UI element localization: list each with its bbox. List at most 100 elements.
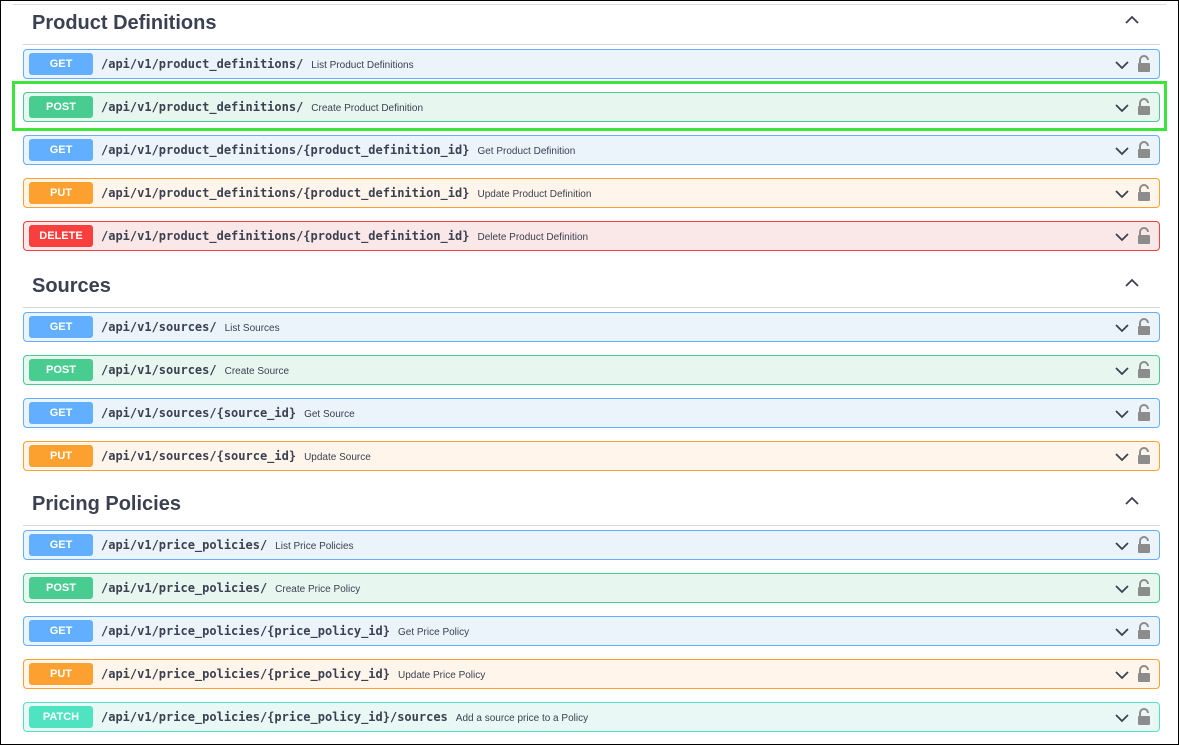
path-text: /api/v1/sources/ xyxy=(101,363,217,377)
path-text: /api/v1/price_policies/{price_policy_id} xyxy=(101,624,390,638)
operation-path: /api/v1/sources/Create Source xyxy=(101,363,289,377)
unlocked-padlock-icon[interactable] xyxy=(1137,227,1151,244)
operation-row[interactable]: PUT/api/v1/sources/{source_id} Update Sou… xyxy=(23,441,1160,471)
unlocked-padlock-icon[interactable] xyxy=(1137,141,1151,158)
operation-path: /api/v1/price_policies/{price_policy_id}… xyxy=(101,624,469,638)
unlocked-padlock-icon[interactable] xyxy=(1137,404,1151,421)
unlocked-padlock-icon[interactable] xyxy=(1137,447,1151,464)
chevron-down-icon[interactable] xyxy=(1115,364,1129,378)
method-badge: GET xyxy=(29,139,93,161)
method-badge: GET xyxy=(29,316,93,338)
chevron-down-icon[interactable] xyxy=(1115,625,1129,639)
path-text: /api/v1/product_definitions/ xyxy=(101,57,304,71)
chevron-up-icon[interactable] xyxy=(1124,493,1140,509)
operation-summary: Create Source xyxy=(224,366,290,377)
method-badge: POST xyxy=(29,359,93,381)
operation-row[interactable]: GET/api/v1/sources/List Sources xyxy=(23,312,1160,342)
operation-summary: List Price Policies xyxy=(275,541,354,552)
operation-path: /api/v1/sources/List Sources xyxy=(101,320,280,334)
method-badge: POST xyxy=(29,96,93,118)
chevron-down-icon[interactable] xyxy=(1115,450,1129,464)
api-docs-window: Product Definitions GET/api/v1/product_de… xyxy=(0,0,1179,745)
section-3: Pricing Policies GET/api/v1/price_policie… xyxy=(23,485,1160,732)
operation-summary: Update Source xyxy=(304,452,371,463)
unlocked-padlock-icon[interactable] xyxy=(1137,708,1151,725)
unlocked-padlock-icon[interactable] xyxy=(1137,579,1151,596)
operation-summary: Get Price Policy xyxy=(397,627,470,638)
path-text: /api/v1/product_definitions/{product_def… xyxy=(101,229,470,243)
path-text: /api/v1/sources/{source_id} xyxy=(101,449,297,463)
method-badge: DELETE xyxy=(29,225,93,247)
section-title: Pricing Policies xyxy=(32,493,181,515)
chevron-down-icon[interactable] xyxy=(1115,539,1129,553)
operation-row[interactable]: DELETE/api/v1/product_definitions/{produ… xyxy=(23,221,1160,251)
unlocked-padlock-icon[interactable] xyxy=(1137,318,1151,335)
unlocked-padlock-icon[interactable] xyxy=(1137,184,1151,201)
section-header[interactable]: Product Definitions xyxy=(23,4,1160,45)
method-badge: PATCH xyxy=(29,706,93,728)
chevron-up-icon[interactable] xyxy=(1124,12,1140,28)
operation-summary: Add a source price to a Policy xyxy=(455,713,589,724)
operation-summary: Update Price Policy xyxy=(397,670,486,681)
chevron-down-icon[interactable] xyxy=(1115,101,1129,115)
section-2: Sources GET/api/v1/sources/List Sources PO… xyxy=(23,267,1160,471)
operation-path: /api/v1/product_definitions/List Product… xyxy=(101,57,414,71)
path-text: /api/v1/sources/ xyxy=(101,320,217,334)
chevron-down-icon[interactable] xyxy=(1115,230,1129,244)
operation-summary: Update Product Definition xyxy=(477,189,592,200)
unlocked-padlock-icon[interactable] xyxy=(1137,622,1151,639)
operation-row[interactable]: GET/api/v1/sources/{source_id} Get Source xyxy=(23,398,1160,428)
operation-row[interactable]: PATCH/api/v1/price_policies/{price_polic… xyxy=(23,702,1160,732)
path-text: /api/v1/product_definitions/ xyxy=(101,100,304,114)
operation-row[interactable]: POST/api/v1/product_definitions/Create P… xyxy=(23,92,1160,122)
operation-path: /api/v1/product_definitions/{product_def… xyxy=(101,143,575,157)
operation-row[interactable]: PUT/api/v1/price_policies/{price_policy_… xyxy=(23,659,1160,689)
operation-summary: Delete Product Definition xyxy=(477,232,589,243)
operation-summary: List Product Definitions xyxy=(311,60,414,71)
operation-row[interactable]: PUT/api/v1/product_definitions/{product_… xyxy=(23,178,1160,208)
method-badge: GET xyxy=(29,620,93,642)
operation-row[interactable]: GET/api/v1/product_definitions/{product_… xyxy=(23,135,1160,165)
path-text: /api/v1/price_policies/{price_policy_id}… xyxy=(101,710,448,724)
operation-row[interactable]: POST/api/v1/price_policies/Create Price … xyxy=(23,573,1160,603)
section-title: Sources xyxy=(32,275,111,297)
unlocked-padlock-icon[interactable] xyxy=(1137,98,1151,115)
section-header[interactable]: Sources xyxy=(23,267,1160,308)
chevron-down-icon[interactable] xyxy=(1115,321,1129,335)
unlocked-padlock-icon[interactable] xyxy=(1137,665,1151,682)
operation-row[interactable]: GET/api/v1/price_policies/List Price Pol… xyxy=(23,530,1160,560)
operation-row[interactable]: GET/api/v1/price_policies/{price_policy_… xyxy=(23,616,1160,646)
chevron-up-icon[interactable] xyxy=(1124,275,1140,291)
chevron-down-icon[interactable] xyxy=(1115,582,1129,596)
operation-path: /api/v1/sources/{source_id} Get Source xyxy=(101,406,355,420)
unlocked-padlock-icon[interactable] xyxy=(1137,55,1151,72)
chevron-down-icon[interactable] xyxy=(1115,711,1129,725)
chevron-down-icon[interactable] xyxy=(1115,668,1129,682)
operation-path: /api/v1/price_policies/Create Price Poli… xyxy=(101,581,360,595)
unlocked-padlock-icon[interactable] xyxy=(1137,361,1151,378)
operation-row[interactable]: GET/api/v1/product_definitions/List Prod… xyxy=(23,49,1160,79)
operation-summary: Create Price Policy xyxy=(275,584,361,595)
chevron-down-icon[interactable] xyxy=(1115,144,1129,158)
section-header[interactable]: Pricing Policies xyxy=(23,485,1160,526)
operation-path: /api/v1/price_policies/List Price Polici… xyxy=(101,538,354,552)
operation-summary: List Sources xyxy=(224,323,280,334)
path-text: /api/v1/price_policies/{price_policy_id} xyxy=(101,667,390,681)
operation-summary: Create Product Definition xyxy=(311,103,424,114)
chevron-down-icon[interactable] xyxy=(1115,407,1129,421)
section-1: Product Definitions GET/api/v1/product_de… xyxy=(23,4,1160,251)
operation-row[interactable]: POST/api/v1/sources/Create Source xyxy=(23,355,1160,385)
chevron-down-icon[interactable] xyxy=(1115,187,1129,201)
method-badge: GET xyxy=(29,402,93,424)
path-text: /api/v1/product_definitions/{product_def… xyxy=(101,186,470,200)
operation-path: /api/v1/sources/{source_id} Update Source xyxy=(101,449,371,463)
unlocked-padlock-icon[interactable] xyxy=(1137,536,1151,553)
method-badge: GET xyxy=(29,53,93,75)
operation-path: /api/v1/product_definitions/{product_def… xyxy=(101,229,588,243)
operation-summary: Get Source xyxy=(304,409,355,420)
method-badge: PUT xyxy=(29,445,93,467)
chevron-down-icon[interactable] xyxy=(1115,58,1129,72)
path-text: /api/v1/price_policies/ xyxy=(101,581,268,595)
operation-path: /api/v1/product_definitions/{product_def… xyxy=(101,186,591,200)
path-text: /api/v1/price_policies/ xyxy=(101,538,268,552)
